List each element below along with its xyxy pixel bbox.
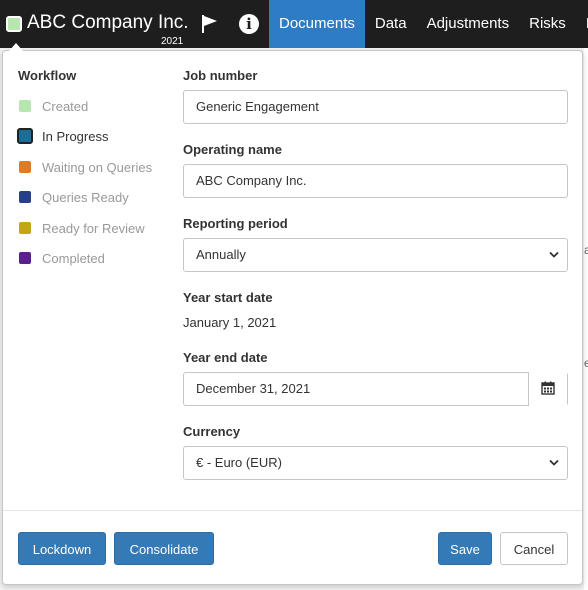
year-end-value: December 31, 2021 [196,381,311,396]
cancel-button[interactable]: Cancel [500,532,568,565]
workflow-item-label: Waiting on Queries [42,160,153,175]
year-start-label: Year start date [183,290,273,305]
workflow-item-label: Created [42,99,89,114]
main-nav: Documents Data Adjustments Risks Issu [269,0,588,48]
save-button[interactable]: Save [438,532,492,565]
year-end-label: Year end date [183,350,268,365]
status-swatch [17,128,33,144]
tab-issues[interactable]: Issu [576,0,588,48]
status-indicator [6,16,22,32]
chevron-down-icon [549,459,559,466]
job-number-label: Job number [183,68,258,83]
reporting-period-select[interactable]: Annually [183,238,568,272]
year-end-input[interactable]: December 31, 2021 [183,372,568,406]
workflow-item-queries-ready[interactable]: Queries Ready [19,188,179,208]
workflow-item-ready-for-review[interactable]: Ready for Review [19,219,179,239]
chevron-down-icon [549,251,559,258]
engagement-year: 2021 [161,36,184,47]
company-name[interactable]: ABC Company Inc. [27,12,189,34]
status-swatch [19,161,31,173]
currency-label: Currency [183,424,241,439]
status-swatch [19,100,31,112]
tab-adjustments[interactable]: Adjustments [417,0,520,48]
calendar-icon [541,381,555,395]
workflow-item-label: Queries Ready [42,190,129,205]
lockdown-button[interactable]: Lockdown [18,532,106,565]
workflow-item-completed[interactable]: Completed [19,249,179,269]
workflow-title: Workflow [18,68,77,83]
workflow-item-waiting-on-queries[interactable]: Waiting on Queries [19,158,179,178]
operating-name-label: Operating name [183,142,282,157]
reporting-period-value: Annually [196,247,246,262]
footer-divider [3,510,582,511]
tab-risks[interactable]: Risks [519,0,576,48]
job-number-input[interactable]: Generic Engagement [183,90,568,124]
workflow-item-label: Completed [42,251,105,266]
workflow-item-created[interactable]: Created [19,97,179,117]
background-content: a e [584,48,588,590]
consolidate-button[interactable]: Consolidate [114,532,214,565]
currency-select[interactable]: € - Euro (EUR) [183,446,568,480]
status-swatch [19,252,31,264]
workflow-item-label: In Progress [42,129,109,144]
tab-data[interactable]: Data [365,0,417,48]
engagement-settings-popover: Workflow Created In Progress Waiting on … [2,43,583,585]
workflow-item-label: Ready for Review [42,221,145,236]
status-swatch [19,191,31,203]
top-bar: ABC Company Inc. 2021 i Documents Data A… [0,0,588,48]
info-icon[interactable]: i [239,14,259,34]
workflow-item-in-progress[interactable]: In Progress [17,127,179,147]
flag-icon[interactable] [200,14,220,39]
tab-documents[interactable]: Documents [269,0,365,48]
background-text: e [584,356,588,370]
calendar-button[interactable] [528,372,567,406]
background-text: a [584,243,588,257]
operating-name-input[interactable]: ABC Company Inc. [183,164,568,198]
popover-caret [9,43,23,51]
year-start-value: January 1, 2021 [183,315,277,330]
currency-value: € - Euro (EUR) [196,455,282,470]
reporting-period-label: Reporting period [183,216,288,231]
status-swatch [19,222,31,234]
